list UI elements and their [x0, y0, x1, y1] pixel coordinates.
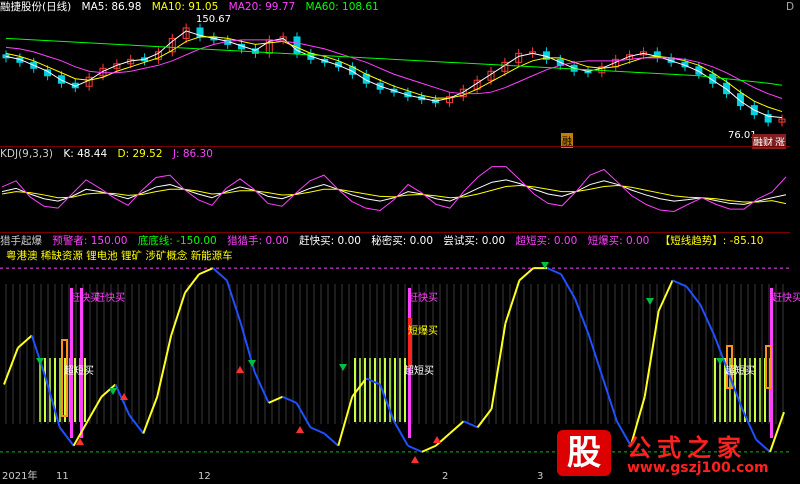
trend-segment: [393, 420, 409, 447]
trend-segment: [518, 267, 534, 282]
signal-burst: 短爆买: [408, 326, 438, 337]
trend-segment: [295, 402, 312, 428]
trend-segment: [282, 395, 297, 404]
signal-ultra-2: 超短买: [404, 366, 434, 377]
signal-ultra-3: 超短买: [725, 366, 755, 377]
watermark-logo: 股 公式之家 www.gszj100.com: [557, 428, 797, 482]
sell-arrow: [109, 388, 117, 395]
trend-segment: [268, 395, 283, 404]
buy-arrow: [411, 456, 419, 463]
trend-segment: [142, 396, 159, 434]
kdj-line-j: [1, 166, 787, 212]
trend-segment: [546, 267, 562, 276]
trend-segment: [323, 432, 339, 447]
ind-hunter: 猎猎手: 0.00: [227, 235, 289, 247]
trend-segment: [365, 377, 381, 386]
signal-quick-2: 赶快买: [95, 293, 125, 304]
sell-arrow: [36, 358, 44, 365]
trend-segment: [337, 396, 354, 447]
trend-segment: [170, 292, 187, 336]
ind-burst: 短爆买: 0.00: [587, 235, 650, 247]
trend-segment: [128, 414, 145, 435]
trend-segment: [225, 280, 242, 324]
sell-arrow: [339, 364, 347, 371]
buy-arrow: [296, 426, 304, 433]
sell-arrow: [646, 298, 654, 305]
trend-segment: [685, 285, 702, 306]
logo-badge: 股: [557, 430, 611, 476]
x-label-3: 3: [537, 471, 544, 482]
candle-body: [57, 75, 65, 84]
ma-line-ma60: [5, 37, 783, 86]
signal-quick-3: 赶快买: [408, 293, 438, 304]
trend-segment: [407, 444, 423, 453]
ind-ultra: 超短买: 0.00: [515, 235, 578, 247]
trend-segment: [421, 444, 437, 453]
trend-segment: [184, 273, 200, 294]
x-label-11: 11: [56, 471, 69, 482]
ind-alert: 预警者: 150.00: [52, 235, 128, 247]
ind-bottom: 底底线: -150.00: [137, 235, 217, 247]
buy-arrow: [433, 436, 441, 443]
trend-segment: [657, 279, 674, 312]
signal-ultra-1: 超短买: [64, 366, 94, 377]
ind-quick: 赶快买: 0.00: [299, 235, 361, 247]
candlestick-chart: [2, 23, 786, 127]
ind-header: 猎手起爆 预警者: 150.00 底底线: -150.00 猎猎手: 0.00 …: [0, 234, 770, 248]
ind-secret: 秘密买: 0.00: [371, 235, 434, 247]
trend-segment: [253, 371, 270, 404]
high-price-label: 150.67: [196, 14, 231, 25]
x-label-2: 2: [442, 471, 449, 482]
trend-segment: [212, 267, 228, 282]
trend-segment: [198, 267, 214, 276]
trend-segment: [156, 335, 173, 397]
x-label-year: 2021年: [2, 471, 38, 482]
sell-arrow: [248, 360, 256, 367]
x-label-12: 12: [198, 471, 211, 482]
logo-title: 公式之家: [627, 434, 747, 462]
trend-segment: [379, 384, 395, 422]
trend-segment: [672, 279, 687, 288]
logo-url: www.gszj100.com: [627, 460, 769, 476]
signal-quick-4: 赶快买: [772, 293, 800, 304]
ind-title: 猎手起爆: [0, 235, 42, 247]
kdj-chart: [1, 166, 787, 212]
ind-try: 尝试买: 0.00: [443, 235, 506, 247]
sell-arrow: [716, 358, 724, 365]
ind-trend: 【短线趋势】: -85.10: [659, 235, 764, 247]
trend-segment: [699, 304, 716, 336]
trend-segment: [449, 420, 465, 435]
candle-body: [723, 82, 731, 95]
separator-2: [0, 232, 790, 233]
trend-segment: [310, 426, 325, 435]
